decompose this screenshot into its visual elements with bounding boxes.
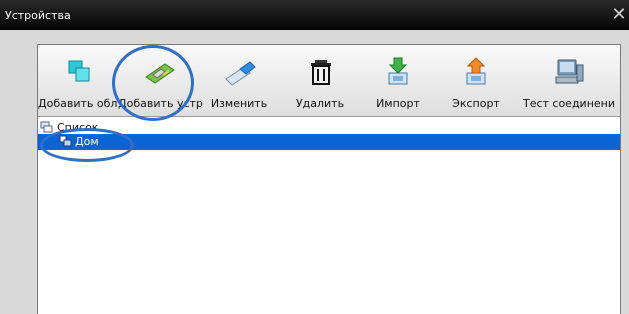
usb-stick-icon xyxy=(222,57,256,87)
export-label: Экспорт xyxy=(452,97,500,110)
tree-item-home[interactable]: Дом xyxy=(38,134,620,150)
devices-panel: Добавить обл Добавить устр Изменить Удал… xyxy=(37,44,621,314)
edit-button[interactable]: Изменить xyxy=(204,45,274,116)
device-tree: Список Дом xyxy=(38,117,620,314)
area-group-icon xyxy=(59,135,72,147)
trash-icon xyxy=(304,57,338,87)
tree-item-label: Дом xyxy=(75,135,99,148)
add-device-button[interactable]: Добавить устр xyxy=(117,45,204,116)
tree-root-item[interactable]: Список xyxy=(38,120,620,135)
add-area-label: Добавить обл xyxy=(38,97,117,110)
add-area-button[interactable]: Добавить обл xyxy=(38,45,117,116)
delete-label: Удалить xyxy=(295,97,345,110)
close-button[interactable]: ✕ xyxy=(609,5,629,25)
export-icon xyxy=(459,57,493,87)
import-button[interactable]: Импорт xyxy=(363,45,433,116)
computer-icon xyxy=(552,57,586,87)
test-connection-label: Тест соединени xyxy=(522,97,616,110)
import-label: Импорт xyxy=(376,97,420,110)
tree-root-label: Список xyxy=(57,121,99,134)
export-button[interactable]: Экспорт xyxy=(439,45,513,116)
test-connection-button[interactable]: Тест соединени xyxy=(518,45,620,116)
title-bar: Устройства ✕ xyxy=(0,0,629,30)
delete-button[interactable]: Удалить xyxy=(284,45,356,116)
network-card-icon xyxy=(143,57,177,87)
toolbar: Добавить обл Добавить устр Изменить Удал… xyxy=(38,45,620,117)
add-device-label: Добавить устр xyxy=(118,97,203,110)
window-title: Устройства xyxy=(5,9,71,22)
import-icon xyxy=(381,57,415,87)
add-area-icon xyxy=(62,57,96,87)
edit-label: Изменить xyxy=(210,97,268,110)
device-list-icon xyxy=(40,121,53,133)
